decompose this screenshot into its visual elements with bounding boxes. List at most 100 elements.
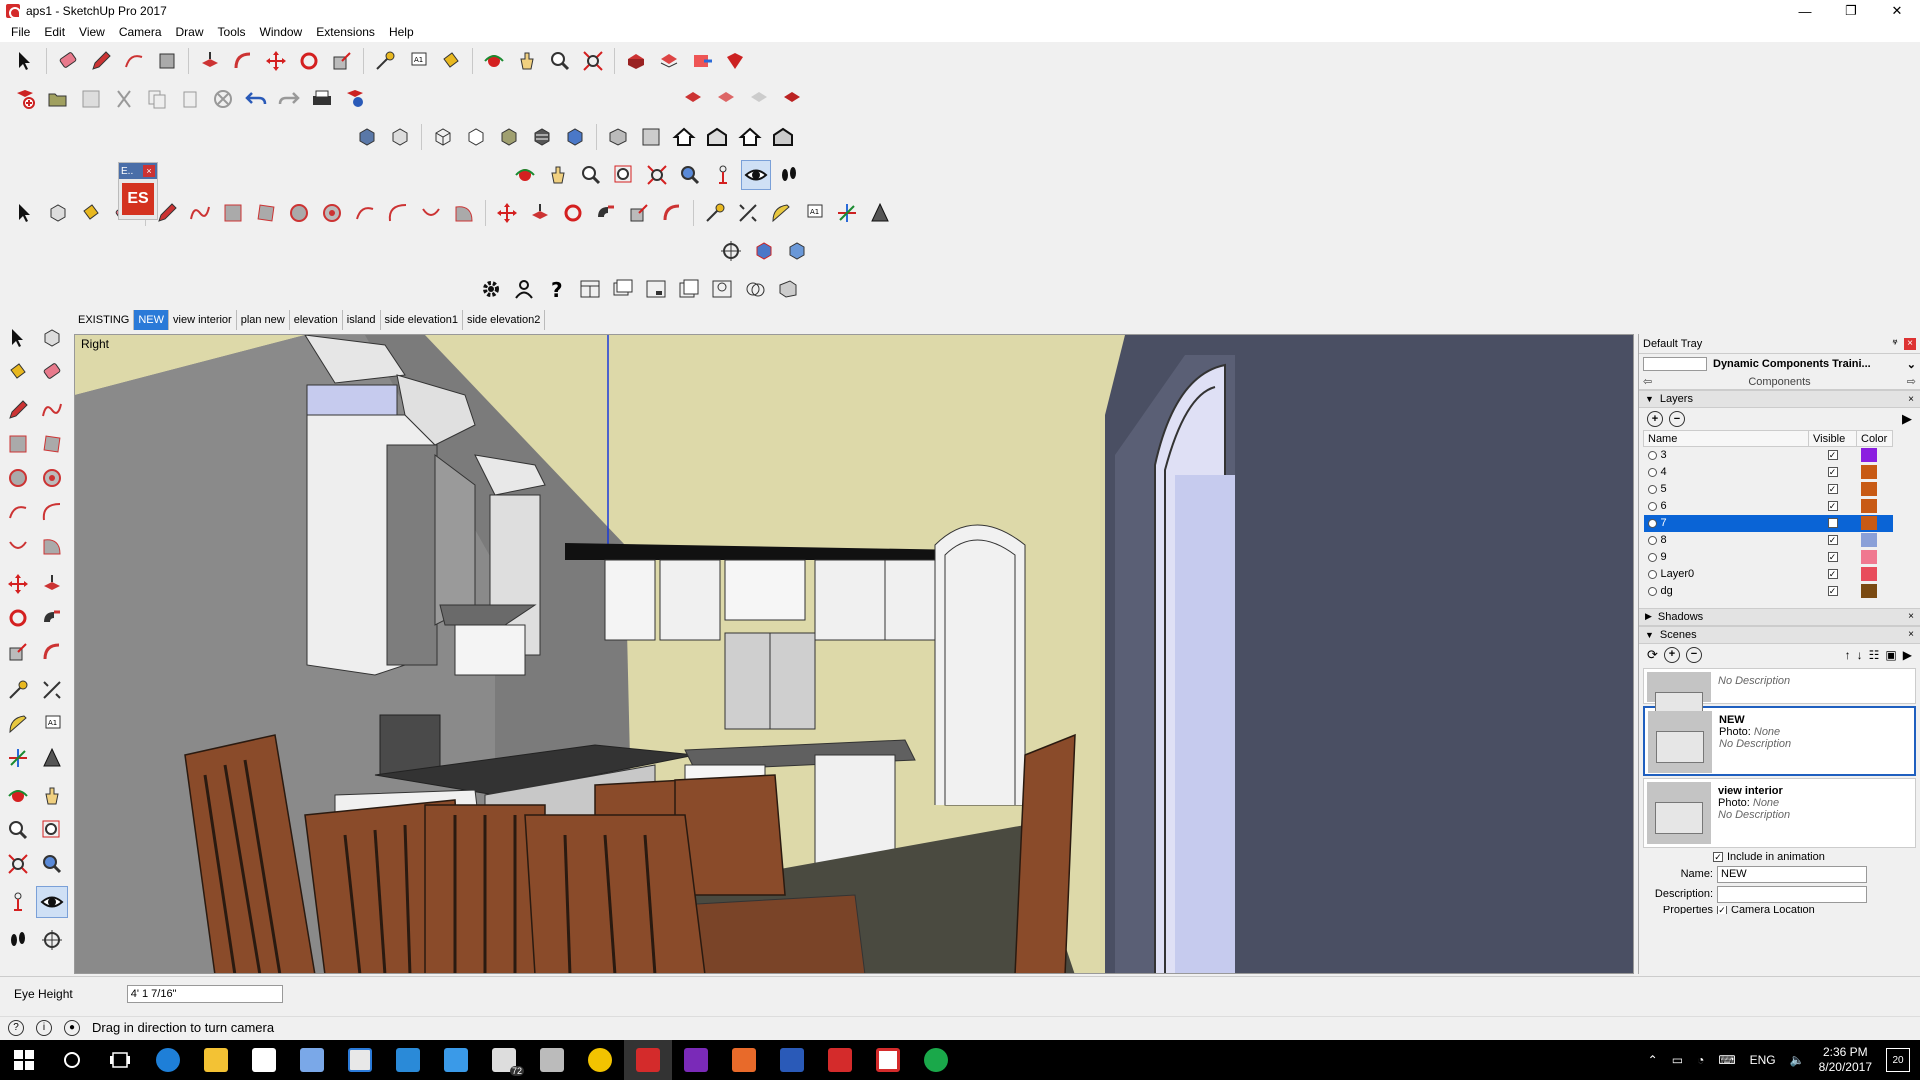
freehand-icon[interactable] — [185, 198, 215, 228]
previous-view-icon-2[interactable] — [36, 848, 68, 880]
layers-details-icon[interactable]: ▶ — [1902, 411, 1912, 427]
layer-visible-checkbox[interactable]: ✓ — [1827, 501, 1838, 511]
active-layer-radio[interactable] — [1647, 501, 1657, 511]
position-camera-icon[interactable] — [708, 160, 738, 190]
section-plane-icon-2[interactable] — [36, 924, 68, 956]
freehand-icon-2[interactable] — [36, 394, 68, 426]
extension-icon-2[interactable] — [777, 84, 807, 114]
scene-name-input[interactable]: NEW — [1717, 865, 1867, 883]
minimize-button[interactable]: — — [1782, 0, 1828, 22]
menu-draw[interactable]: Draw — [169, 25, 211, 39]
scene-tab-side-elevation2[interactable]: side elevation2 — [462, 310, 546, 330]
layer-color-swatch[interactable] — [1860, 584, 1877, 598]
layers-col-visible[interactable]: Visible — [1808, 430, 1857, 447]
xray-icon[interactable] — [352, 122, 382, 152]
share-component-icon-2[interactable] — [744, 84, 774, 114]
layers-col-name[interactable]: Name — [1643, 430, 1809, 447]
menu-view[interactable]: View — [72, 25, 112, 39]
layer-row[interactable]: dg ✓ — [1644, 583, 1893, 600]
scene-tab-side-elevation1[interactable]: side elevation1 — [380, 310, 463, 330]
gear-icon[interactable] — [476, 274, 506, 304]
task-view-icon[interactable] — [96, 1040, 144, 1080]
components-panel-icon[interactable] — [674, 274, 704, 304]
scenes-details-icon[interactable]: ▶ — [1903, 648, 1912, 662]
layer-color-swatch[interactable] — [1860, 516, 1877, 530]
layer-row[interactable]: 6 ✓ — [1644, 498, 1893, 515]
follow-me-icon[interactable] — [591, 198, 621, 228]
two-point-arc-icon-2[interactable] — [36, 496, 68, 528]
text-icon-2[interactable]: A1 — [799, 198, 829, 228]
move-icon-3[interactable] — [2, 568, 34, 600]
copy-icon[interactable] — [142, 84, 172, 114]
components-collection-row[interactable]: Dynamic Components Traini... ⌄ — [1639, 354, 1920, 374]
menu-tools[interactable]: Tools — [211, 25, 253, 39]
zoom-window-icon-2[interactable] — [36, 814, 68, 846]
3d-warehouse-icon[interactable] — [621, 46, 651, 76]
select-icon-3[interactable] — [2, 322, 34, 354]
layer-name-cell[interactable]: Layer0 — [1644, 566, 1809, 583]
layer-visible-checkbox[interactable]: ✓ — [1827, 467, 1838, 477]
3d-text-icon-2[interactable] — [36, 742, 68, 774]
pie-icon-2[interactable] — [36, 530, 68, 562]
menu-window[interactable]: Window — [253, 25, 310, 39]
layer-color-swatch[interactable] — [1860, 448, 1877, 463]
app-icon-blue[interactable] — [288, 1040, 336, 1080]
print-icon[interactable] — [307, 84, 337, 114]
save-icon[interactable] — [76, 84, 106, 114]
sketchup-taskbar-icon[interactable] — [624, 1040, 672, 1080]
layers-col-color[interactable]: Color — [1856, 430, 1893, 447]
zoom-icon[interactable] — [545, 46, 575, 76]
layer-visible-checkbox[interactable]: ✓ — [1827, 569, 1838, 579]
zoom-extents-icon-3[interactable] — [2, 848, 34, 880]
active-layer-radio[interactable] — [1647, 569, 1657, 579]
shapes-icon[interactable] — [152, 46, 182, 76]
remove-scene-icon[interactable]: − — [1685, 646, 1702, 663]
pan-icon[interactable] — [512, 46, 542, 76]
volume-icon[interactable]: 🔈 — [1790, 1053, 1805, 1067]
drawing-viewport[interactable]: Right — [74, 334, 1634, 974]
rotate-icon-2[interactable] — [558, 198, 588, 228]
text-icon-3[interactable]: A1 — [36, 708, 68, 740]
layers-panel-header[interactable]: ▼ Layers × — [1639, 390, 1920, 408]
follow-me-icon-2[interactable] — [36, 602, 68, 634]
clock[interactable]: 2:36 PM 8/20/2017 — [1819, 1045, 1872, 1075]
search-icon[interactable] — [48, 1040, 96, 1080]
walk-icon[interactable] — [774, 160, 804, 190]
scene-tab-existing[interactable]: EXISTING — [74, 310, 135, 330]
rotate-icon-3[interactable] — [2, 602, 34, 634]
move-scene-up-icon[interactable]: ↑ — [1845, 648, 1851, 662]
mail-icon[interactable]: 72 — [480, 1040, 528, 1080]
paint-bucket-icon-2[interactable] — [76, 198, 106, 228]
wifi-icon[interactable]: ◔ — [1697, 1053, 1704, 1067]
scenes-panel-header[interactable]: ▼ Scenes × — [1639, 625, 1920, 644]
share-component-icon[interactable] — [687, 46, 717, 76]
acrobat-icon[interactable] — [816, 1040, 864, 1080]
pencil-icon[interactable] — [86, 46, 116, 76]
layout-icon[interactable] — [864, 1040, 912, 1080]
display-section-planes-icon[interactable] — [749, 236, 779, 266]
scale-icon-3[interactable] — [2, 636, 34, 668]
share-model-icon-2[interactable] — [711, 84, 741, 114]
line-icon-2[interactable] — [2, 394, 34, 426]
menu-help[interactable]: Help — [382, 25, 421, 39]
two-point-arc-icon[interactable] — [383, 198, 413, 228]
layer-row[interactable]: 9 ✓ — [1644, 549, 1893, 566]
get-models-icon[interactable] — [678, 84, 708, 114]
app-icon-gray[interactable] — [528, 1040, 576, 1080]
front-view-icon[interactable] — [669, 122, 699, 152]
layer-visible-checkbox[interactable]: ✓ — [1827, 450, 1838, 461]
camera-location-checkbox[interactable]: ✓ — [1717, 905, 1727, 914]
menu-camera[interactable]: Camera — [112, 25, 169, 39]
layer-name-cell[interactable]: 8 — [1644, 532, 1809, 549]
pan-icon-2[interactable] — [543, 160, 573, 190]
word-icon[interactable] — [768, 1040, 816, 1080]
tape-measure-icon[interactable] — [370, 46, 400, 76]
layer-color-swatch[interactable] — [1860, 567, 1877, 581]
layer-color-swatch[interactable] — [1860, 465, 1877, 479]
layers-panel-close-icon[interactable]: × — [1908, 394, 1914, 405]
scene-tab-view-interior[interactable]: view interior — [169, 310, 237, 330]
axes-icon[interactable] — [832, 198, 862, 228]
forward-arrow-icon[interactable]: ⇨ — [1907, 375, 1916, 388]
scale-icon-2[interactable] — [624, 198, 654, 228]
offset-icon[interactable] — [228, 46, 258, 76]
